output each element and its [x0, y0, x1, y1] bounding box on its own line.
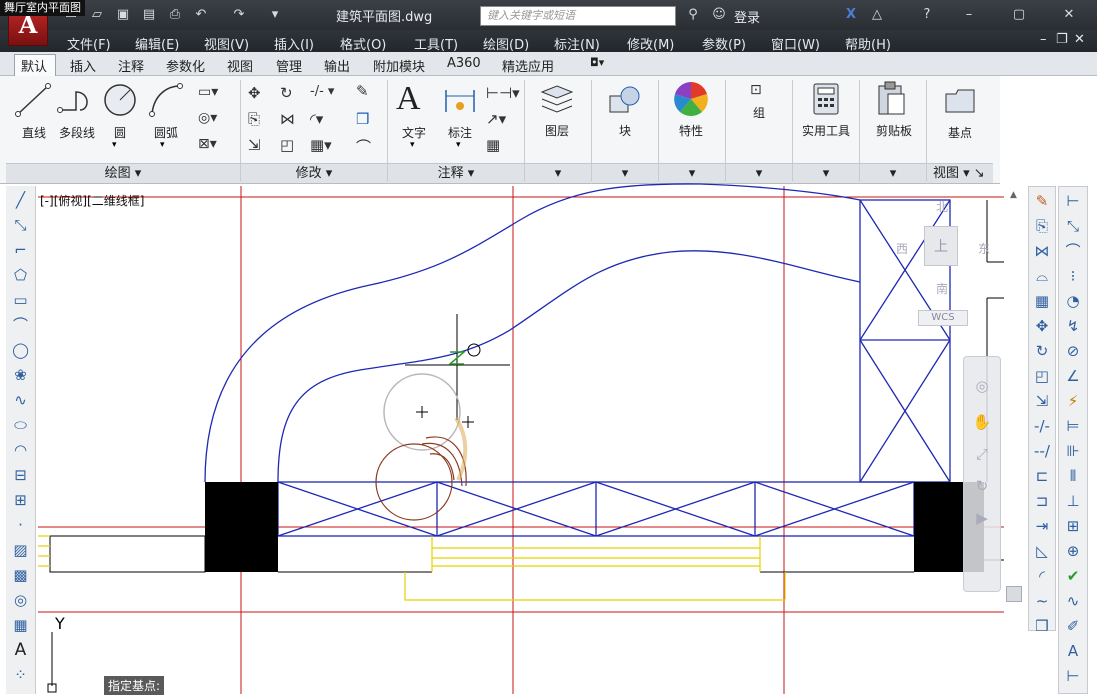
gradient-icon[interactable]: ▩ [10, 564, 32, 586]
radius-icon[interactable]: ◔ [1062, 290, 1084, 312]
baseline-icon[interactable]: ⊨ [1062, 415, 1084, 437]
scale-icon[interactable]: ◰ [1031, 365, 1053, 387]
inspect-icon[interactable]: ✔ [1062, 565, 1084, 587]
mirror-icon[interactable]: ⋈ [1031, 240, 1053, 262]
region-icon[interactable]: ◎ [10, 589, 32, 611]
line-icon[interactable]: ╱ [10, 189, 32, 211]
point-icon[interactable]: · [10, 514, 32, 536]
fillet-icon[interactable]: ◜ [1031, 565, 1053, 587]
scroll-up-icon[interactable]: ▲ [1010, 190, 1017, 200]
pan-icon[interactable]: ✋ [971, 411, 993, 433]
ucs-y-label: Y [55, 614, 65, 633]
jogged-linear-icon[interactable]: ∿ [1062, 590, 1084, 612]
dim-break-icon[interactable]: ⊥ [1062, 490, 1084, 512]
table-icon[interactable]: ▦ [10, 614, 32, 636]
move-icon[interactable]: ✥ [1031, 315, 1053, 337]
draw-toolbar-left: ╱ ⤡ ⌐ ⬠ ▭ ⌒ ◯ ❀ ∿ ⬭ ◠ ⊟ ⊞ · ▨ ▩ ◎ ▦ A ⁘ [6, 186, 36, 694]
ellipse-arc-icon[interactable]: ◠ [10, 439, 32, 461]
viewport-controls[interactable]: [-][俯视][二维线框] [40, 192, 144, 209]
dim-update-icon[interactable]: ⊢ [1062, 665, 1084, 687]
array-icon[interactable]: ▦ [1031, 290, 1053, 312]
navigation-bar: ◎ ✋ ⤢ ↻ ▶ [963, 356, 1001, 592]
showmotion-icon[interactable]: ▶ [971, 507, 993, 529]
hatch-icon[interactable]: ▨ [10, 539, 32, 561]
construction-line-icon[interactable]: ⤡ [10, 214, 32, 236]
viewcube-south[interactable]: 南 [936, 280, 948, 297]
viewcube[interactable]: 北 西 东 南 上 WCS [896, 196, 990, 326]
stretch-icon[interactable]: ⇲ [1031, 390, 1053, 412]
explode-icon[interactable]: ❒ [1031, 615, 1053, 637]
make-block-icon[interactable]: ⊞ [10, 489, 32, 511]
center-mark-icon[interactable]: ⊕ [1062, 540, 1084, 562]
blend-icon[interactable]: ∼ [1031, 590, 1053, 612]
arc-icon[interactable]: ⌒ [10, 314, 32, 336]
circle-icon[interactable]: ◯ [10, 339, 32, 361]
ordinate-icon[interactable]: ⁝ [1062, 265, 1084, 287]
linear-dim-icon[interactable]: ⊢ [1062, 190, 1084, 212]
tolerance-icon[interactable]: ⊞ [1062, 515, 1084, 537]
continue-icon[interactable]: ⊪ [1062, 440, 1084, 462]
stage-steps [404, 572, 786, 601]
viewcube-top-face[interactable]: 上 [924, 226, 958, 266]
extend-icon[interactable]: --/ [1031, 440, 1053, 462]
break-icon[interactable]: ⊏ [1031, 465, 1053, 487]
orbit-icon[interactable]: ↻ [971, 475, 993, 497]
add-selected-icon[interactable]: ⁘ [10, 664, 32, 686]
erase-icon[interactable]: ✎ [1031, 190, 1053, 212]
command-prompt-tooltip: 指定基点: [104, 676, 165, 695]
scrollbar-thumb[interactable] [1006, 586, 1022, 602]
dim-space-icon[interactable]: ⫴ [1062, 465, 1084, 487]
chamfer-icon[interactable]: ◺ [1031, 540, 1053, 562]
rectangle-icon[interactable]: ▭ [10, 289, 32, 311]
spline-icon[interactable]: ∿ [10, 389, 32, 411]
viewcube-west[interactable]: 西 [896, 240, 908, 257]
quick-dim-icon[interactable]: ⚡ [1062, 390, 1084, 412]
diameter-icon[interactable]: ⊘ [1062, 340, 1084, 362]
wcs-menu[interactable]: WCS [918, 310, 968, 326]
column-left [205, 482, 278, 572]
dimension-toolbar-right: ⊢ ⤡ ⌒ ⁝ ◔ ↯ ⊘ ∠ ⚡ ⊨ ⊪ ⫴ ⊥ ⊞ ⊕ ✔ ∿ ✐ A ⊢ [1058, 186, 1088, 694]
offset-icon[interactable]: ⌓ [1031, 265, 1053, 287]
zoom-extents-icon[interactable]: ⤢ [971, 443, 993, 465]
viewcube-east[interactable]: 东 [978, 240, 990, 257]
angular-icon[interactable]: ∠ [1062, 365, 1084, 387]
arc-length-icon[interactable]: ⌒ [1062, 240, 1084, 262]
floor-plan-drawing [38, 183, 1004, 694]
polygon-icon[interactable]: ⬠ [10, 264, 32, 286]
insert-block-icon[interactable]: ⊟ [10, 464, 32, 486]
video-title-overlay: 舞厅室内平面图 [0, 0, 85, 16]
aligned-dim-icon[interactable]: ⤡ [1062, 215, 1084, 237]
join-icon[interactable]: ⊐ [1031, 490, 1053, 512]
mtext-icon[interactable]: A [10, 639, 32, 661]
dimedit-icon[interactable]: ✐ [1062, 615, 1084, 637]
viewcube-north[interactable]: 北 [936, 198, 948, 215]
cursor-crosshair [405, 314, 510, 420]
polyline-icon[interactable]: ⌐ [10, 239, 32, 261]
revision-cloud-icon[interactable]: ❀ [10, 364, 32, 386]
ellipse-icon[interactable]: ⬭ [10, 414, 32, 436]
dimtedit-icon[interactable]: A [1062, 640, 1084, 662]
outer-curved-wall [204, 183, 861, 483]
modify-toolbar-right: ✎ ⎘ ⋈ ⌓ ▦ ✥ ↻ ◰ ⇲ -/- --/ ⊏ ⊐ ⇥ ◺ ◜ ∼ ❒ [1028, 186, 1056, 635]
copy-icon[interactable]: ⎘ [1031, 215, 1053, 237]
steering-wheel-icon[interactable]: ◎ [971, 375, 993, 397]
trim-icon[interactable]: -/- [1031, 415, 1053, 437]
rotate-icon[interactable]: ↻ [1031, 340, 1053, 362]
join-lines-icon[interactable]: ⇥ [1031, 515, 1053, 537]
wall-segment [49, 535, 206, 573]
jogged-icon[interactable]: ↯ [1062, 315, 1084, 337]
